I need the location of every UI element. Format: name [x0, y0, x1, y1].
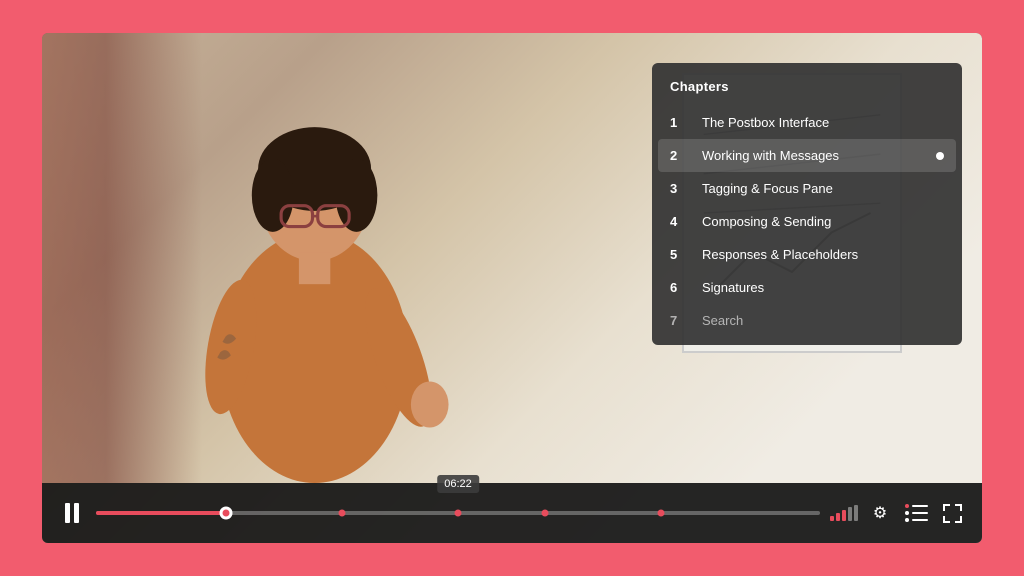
- fullscreen-button[interactable]: [938, 504, 966, 522]
- list-icon: [905, 504, 928, 522]
- chapter-label-6: Signatures: [702, 280, 944, 295]
- chapter-marker-2: [339, 510, 346, 517]
- settings-button[interactable]: ⚙: [866, 503, 894, 523]
- pause-icon: [65, 503, 79, 523]
- vol-bar-1: [830, 516, 834, 521]
- chapter-item-4[interactable]: 4 Composing & Sending: [652, 205, 962, 238]
- vol-bar-4: [848, 507, 852, 521]
- pause-button[interactable]: [58, 503, 86, 523]
- chapter-marker-1: [223, 510, 230, 517]
- chapter-num-6: 6: [670, 280, 692, 295]
- vol-bar-5: [854, 505, 858, 521]
- presenter: [42, 33, 587, 483]
- chapter-num-3: 3: [670, 181, 692, 196]
- chapter-label-4: Composing & Sending: [702, 214, 944, 229]
- chapter-label-5: Responses & Placeholders: [702, 247, 944, 262]
- chapters-button[interactable]: [902, 504, 930, 522]
- chapter-num-4: 4: [670, 214, 692, 229]
- volume-icon[interactable]: [830, 505, 858, 521]
- chapter-num-7: 7: [670, 313, 692, 328]
- chapter-marker-3: [455, 510, 462, 517]
- progress-fill: [96, 511, 226, 515]
- chapter-marker-5: [657, 510, 664, 517]
- vol-bar-2: [836, 513, 840, 521]
- chapter-item-5[interactable]: 5 Responses & Placeholders: [652, 238, 962, 271]
- vol-bar-3: [842, 510, 846, 521]
- chapter-label-3: Tagging & Focus Pane: [702, 181, 944, 196]
- chapter-label-1: The Postbox Interface: [702, 115, 944, 130]
- chapters-title: Chapters: [652, 79, 962, 106]
- progress-container[interactable]: 06:22: [96, 503, 820, 523]
- chapter-item-7[interactable]: 7 Search: [652, 304, 962, 337]
- chapter-item-1[interactable]: 1 The Postbox Interface: [652, 106, 962, 139]
- list-line-2: [912, 512, 928, 514]
- controls-bar: 06:22 ⚙: [42, 483, 982, 543]
- chapter-label-7: Search: [702, 313, 944, 328]
- chapter-item-3[interactable]: 3 Tagging & Focus Pane: [652, 172, 962, 205]
- chapter-num-2: 2: [670, 148, 692, 163]
- list-line-1: [912, 505, 928, 507]
- fs-corner-tl: [943, 504, 950, 511]
- chapter-marker-4: [541, 510, 548, 517]
- chapter-num-5: 5: [670, 247, 692, 262]
- chapter-item-2[interactable]: 2 Working with Messages: [658, 139, 956, 172]
- list-line-3: [912, 519, 928, 521]
- chapter-label-2: Working with Messages: [702, 148, 928, 163]
- fs-corner-tr: [955, 504, 962, 511]
- fs-corner-br: [955, 516, 962, 523]
- fs-corner-bl: [943, 516, 950, 523]
- pause-bar-left: [65, 503, 70, 523]
- right-controls: ⚙: [830, 503, 966, 523]
- time-display: 06:22: [437, 475, 479, 493]
- progress-track[interactable]: [96, 511, 820, 515]
- chapter-item-6[interactable]: 6 Signatures: [652, 271, 962, 304]
- video-player: Chapters 1 The Postbox Interface 2 Worki…: [42, 33, 982, 543]
- chapter-num-1: 1: [670, 115, 692, 130]
- pause-bar-right: [74, 503, 79, 523]
- chapters-panel: Chapters 1 The Postbox Interface 2 Worki…: [652, 63, 962, 345]
- chapter-active-dot: [936, 152, 944, 160]
- fullscreen-icon: [943, 504, 961, 522]
